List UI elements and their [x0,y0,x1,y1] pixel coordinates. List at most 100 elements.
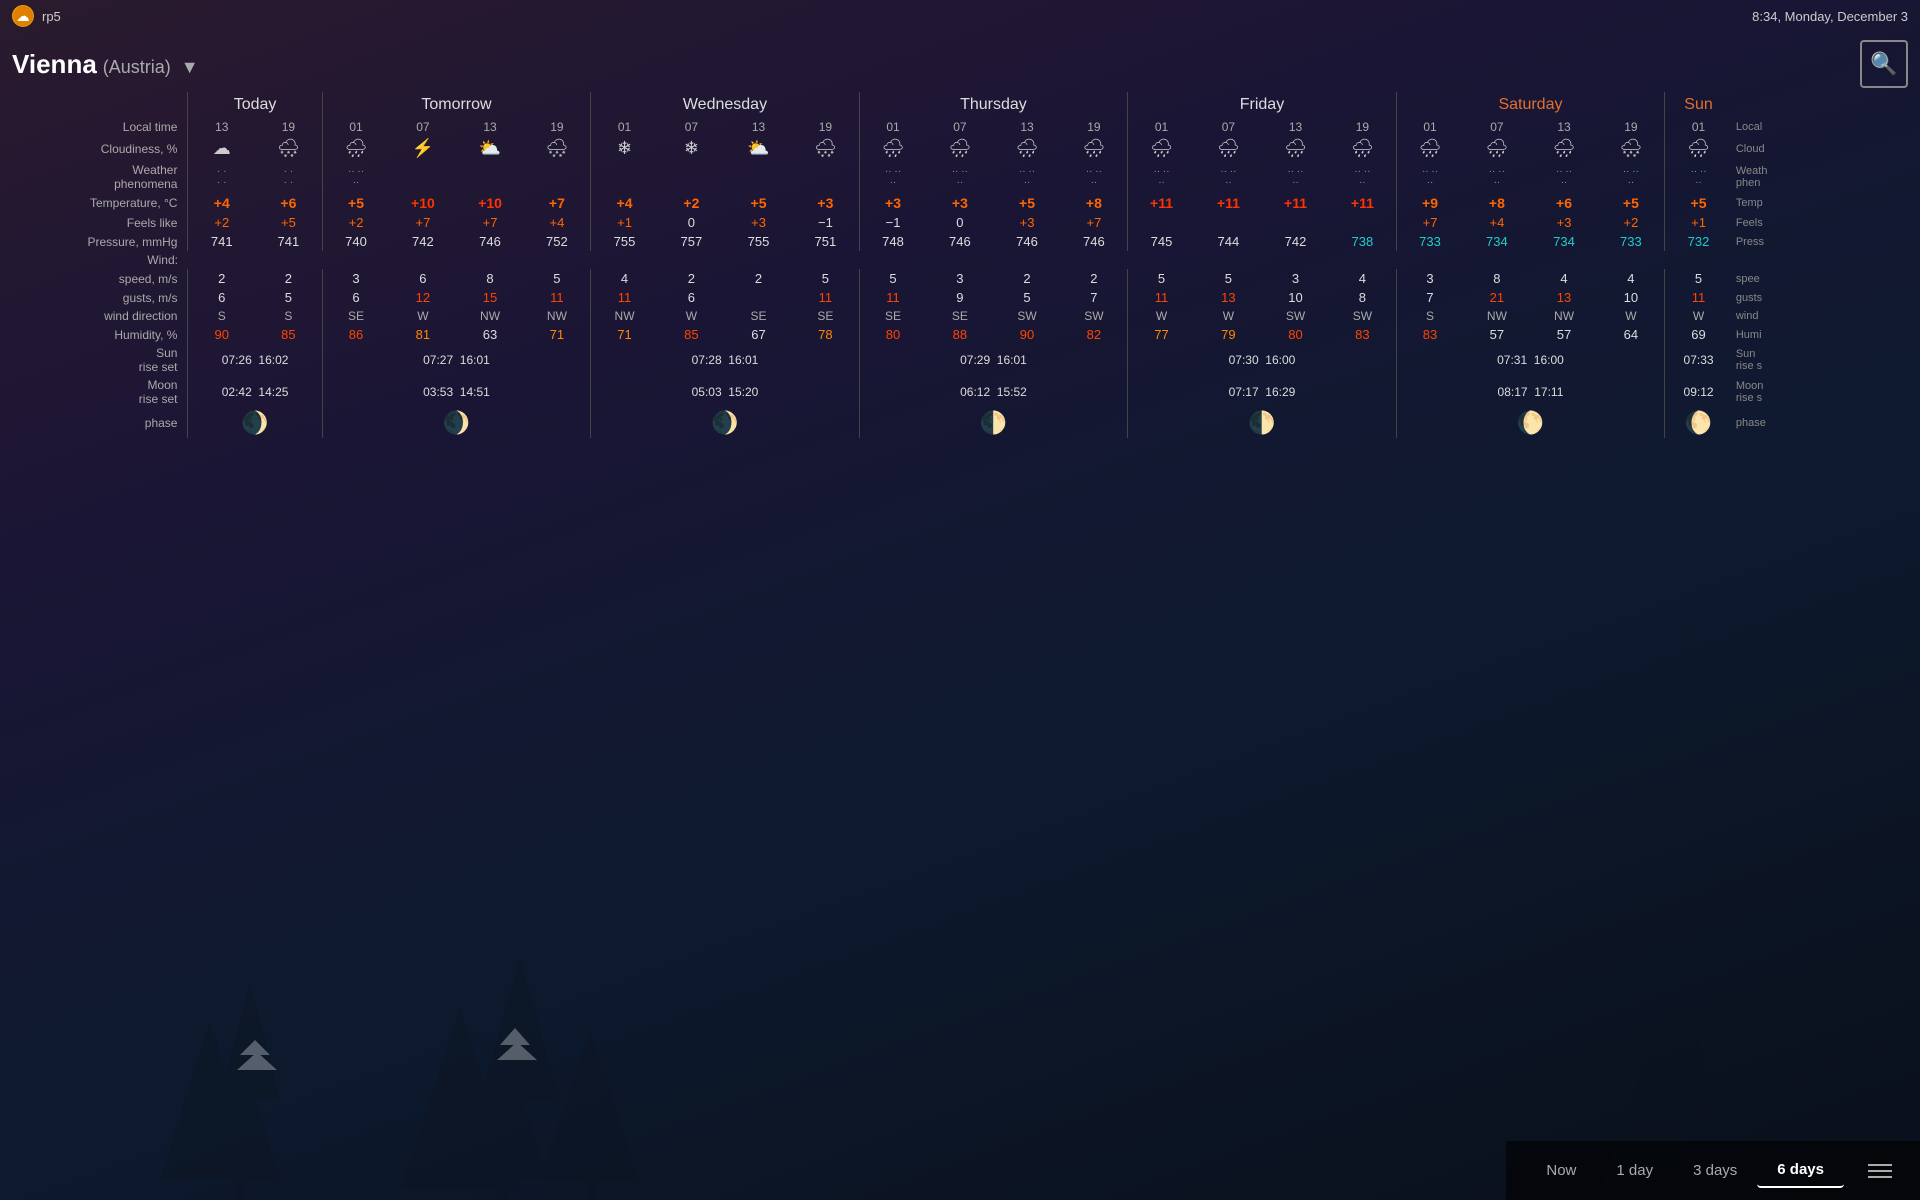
bottom-nav: Now 1 day 3 days 6 days [1506,1141,1920,1200]
pres-5: 752 [524,232,591,251]
menu-button[interactable] [1860,1160,1900,1182]
nav-now[interactable]: Now [1526,1154,1596,1187]
temp-18: +9 [1396,193,1463,213]
phen-4 [456,161,523,193]
feels-11: 0 [926,213,993,232]
hum-17: 83 [1329,325,1396,344]
temp-16: +11 [1262,193,1329,213]
phen-15: ·· ···· [1195,161,1262,193]
hum-15: 79 [1195,325,1262,344]
moon-label: Moonrise set [0,376,188,408]
pres-20: 734 [1530,232,1597,251]
wg-7: 6 [658,288,725,307]
hum-1: 85 [255,325,322,344]
menu-line-1 [1868,1164,1892,1166]
svg-text:☁: ☁ [17,9,30,24]
temp-17: +11 [1329,193,1396,213]
ws-7: 2 [658,269,725,288]
time-14: 01 [1128,118,1195,136]
empty-header-right [1732,92,1920,118]
ws-19: 8 [1463,269,1530,288]
temp-6: +4 [591,193,658,213]
nav-3days[interactable]: 3 days [1673,1154,1757,1187]
ws-22: 5 [1665,269,1732,288]
day-friday: Friday [1128,92,1397,118]
ws-2: 3 [322,269,389,288]
cloud-16: 🌧 [1262,136,1329,161]
sun-1: 07:27 16:01 [322,344,591,376]
feels-17 [1329,213,1396,232]
hum-10: 80 [859,325,926,344]
feels-16 [1262,213,1329,232]
day-saturday: Saturday [1396,92,1665,118]
wg-14: 11 [1128,288,1195,307]
phen-22: ·· ···· [1665,161,1732,193]
moon-0: 02:42 14:25 [188,376,322,408]
wd-label-right: wind [1732,307,1920,325]
wg-16: 10 [1262,288,1329,307]
wd-7: W [658,307,725,325]
wg-0: 6 [188,288,255,307]
cloud-0: ☁ [188,136,255,161]
feels-21: +2 [1598,213,1665,232]
search-button[interactable]: 🔍 [1860,40,1908,88]
ws-3: 6 [389,269,456,288]
moon-5: 08:17 17:11 [1396,376,1665,408]
mphase-3: 🌓 [859,408,1128,438]
cloudiness-row: Cloudiness, % ☁ 🌨 🌧 ⚡ ⛅ 🌨 ❄ ❄ ⛅ 🌨 🌧 🌧 🌧 … [0,136,1920,161]
moon-3: 06:12 15:52 [859,376,1128,408]
temp-2: +5 [322,193,389,213]
time-3: 07 [389,118,456,136]
wind-section-empty [188,251,1732,269]
feels-14 [1128,213,1195,232]
nav-1day[interactable]: 1 day [1596,1154,1673,1187]
menu-line-3 [1868,1176,1892,1178]
time-10: 01 [859,118,926,136]
hum-3: 81 [389,325,456,344]
hum-0: 90 [188,325,255,344]
wg-18: 7 [1396,288,1463,307]
day-sunday: Sun [1665,92,1732,118]
temp-3: +10 [389,193,456,213]
wd-3: W [389,307,456,325]
phen-5 [524,161,591,193]
location-dropdown-icon[interactable]: ▼ [181,57,199,78]
pres-10: 748 [859,232,926,251]
temp-13: +8 [1061,193,1128,213]
cloud-22: 🌧 [1665,136,1732,161]
phen-0: · ·· · [188,161,255,193]
wind-gusts-row: gusts, m/s 6 5 6 12 15 11 11 6 11 11 9 5… [0,288,1920,307]
pres-0: 741 [188,232,255,251]
cloud-13: 🌧 [1061,136,1128,161]
wg-13: 7 [1061,288,1128,307]
feels-like-label: Feels like [0,213,188,232]
app-name: rp5 [42,9,61,24]
temp-11: +3 [926,193,993,213]
wind-section-label-right [1732,251,1920,269]
ws-15: 5 [1195,269,1262,288]
temperature-label: Temperature, °C [0,193,188,213]
wd-21: W [1598,307,1665,325]
hum-4: 63 [456,325,523,344]
wind-section-label: Wind: [0,251,188,269]
temp-7: +2 [658,193,725,213]
cloud-10: 🌧 [859,136,926,161]
pres-21: 733 [1598,232,1665,251]
city-name[interactable]: Vienna [12,49,97,80]
cloud-label-right: Cloud [1732,136,1920,161]
wg-15: 13 [1195,288,1262,307]
phen-17: ·· ···· [1329,161,1396,193]
temp-14: +11 [1128,193,1195,213]
datetime-display: 8:34, Monday, December 3 [1752,9,1908,24]
time-16: 13 [1262,118,1329,136]
ws-4: 8 [456,269,523,288]
feels-13: +7 [1061,213,1128,232]
pres-22: 732 [1665,232,1732,251]
temp-0: +4 [188,193,255,213]
ws-17: 4 [1329,269,1396,288]
feels-1: +5 [255,213,322,232]
feels-12: +3 [993,213,1060,232]
time-11: 07 [926,118,993,136]
nav-6days[interactable]: 6 days [1757,1153,1844,1188]
sun-4: 07:30 16:00 [1128,344,1397,376]
